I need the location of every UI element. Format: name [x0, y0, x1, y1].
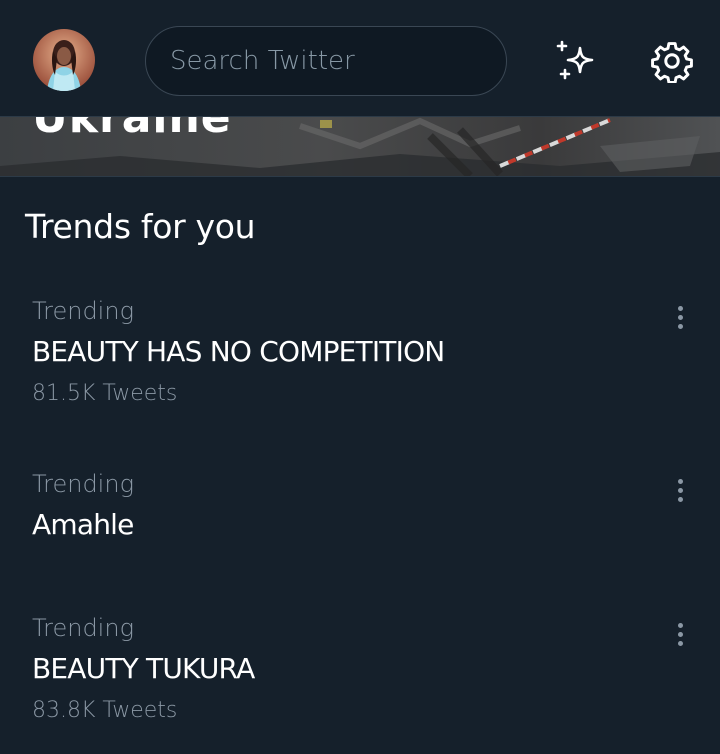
trend-item[interactable]: Trending Amahle	[0, 470, 720, 610]
trend-context: Trending	[32, 297, 134, 325]
trend-count: 81.5K Tweets	[32, 381, 178, 406]
trend-name: Amahle	[32, 508, 134, 541]
gear-icon[interactable]	[647, 36, 697, 86]
divider	[0, 176, 720, 177]
more-options-icon[interactable]	[664, 299, 696, 335]
banner-caption: Ukraine	[32, 116, 232, 143]
more-options-icon[interactable]	[664, 472, 696, 508]
avatar[interactable]	[33, 29, 95, 91]
trend-item[interactable]: Trending BEAUTY TUKURA 83.8K Tweets	[0, 614, 720, 754]
trend-name: BEAUTY TUKURA	[32, 652, 255, 685]
trend-count: 83.8K Tweets	[32, 698, 178, 723]
section-title: Trends for you	[25, 207, 256, 246]
trend-context: Trending	[32, 470, 134, 498]
sparkle-icon[interactable]	[550, 36, 600, 86]
trend-context: Trending	[32, 614, 134, 642]
news-banner[interactable]: Ukraine	[0, 116, 720, 176]
top-bar	[0, 0, 720, 117]
search-input[interactable]	[168, 45, 492, 77]
search-bar[interactable]	[145, 26, 507, 96]
trend-item[interactable]: Trending BEAUTY HAS NO COMPETITION 81.5K…	[0, 297, 720, 437]
trend-name: BEAUTY HAS NO COMPETITION	[32, 335, 445, 368]
more-options-icon[interactable]	[664, 616, 696, 652]
